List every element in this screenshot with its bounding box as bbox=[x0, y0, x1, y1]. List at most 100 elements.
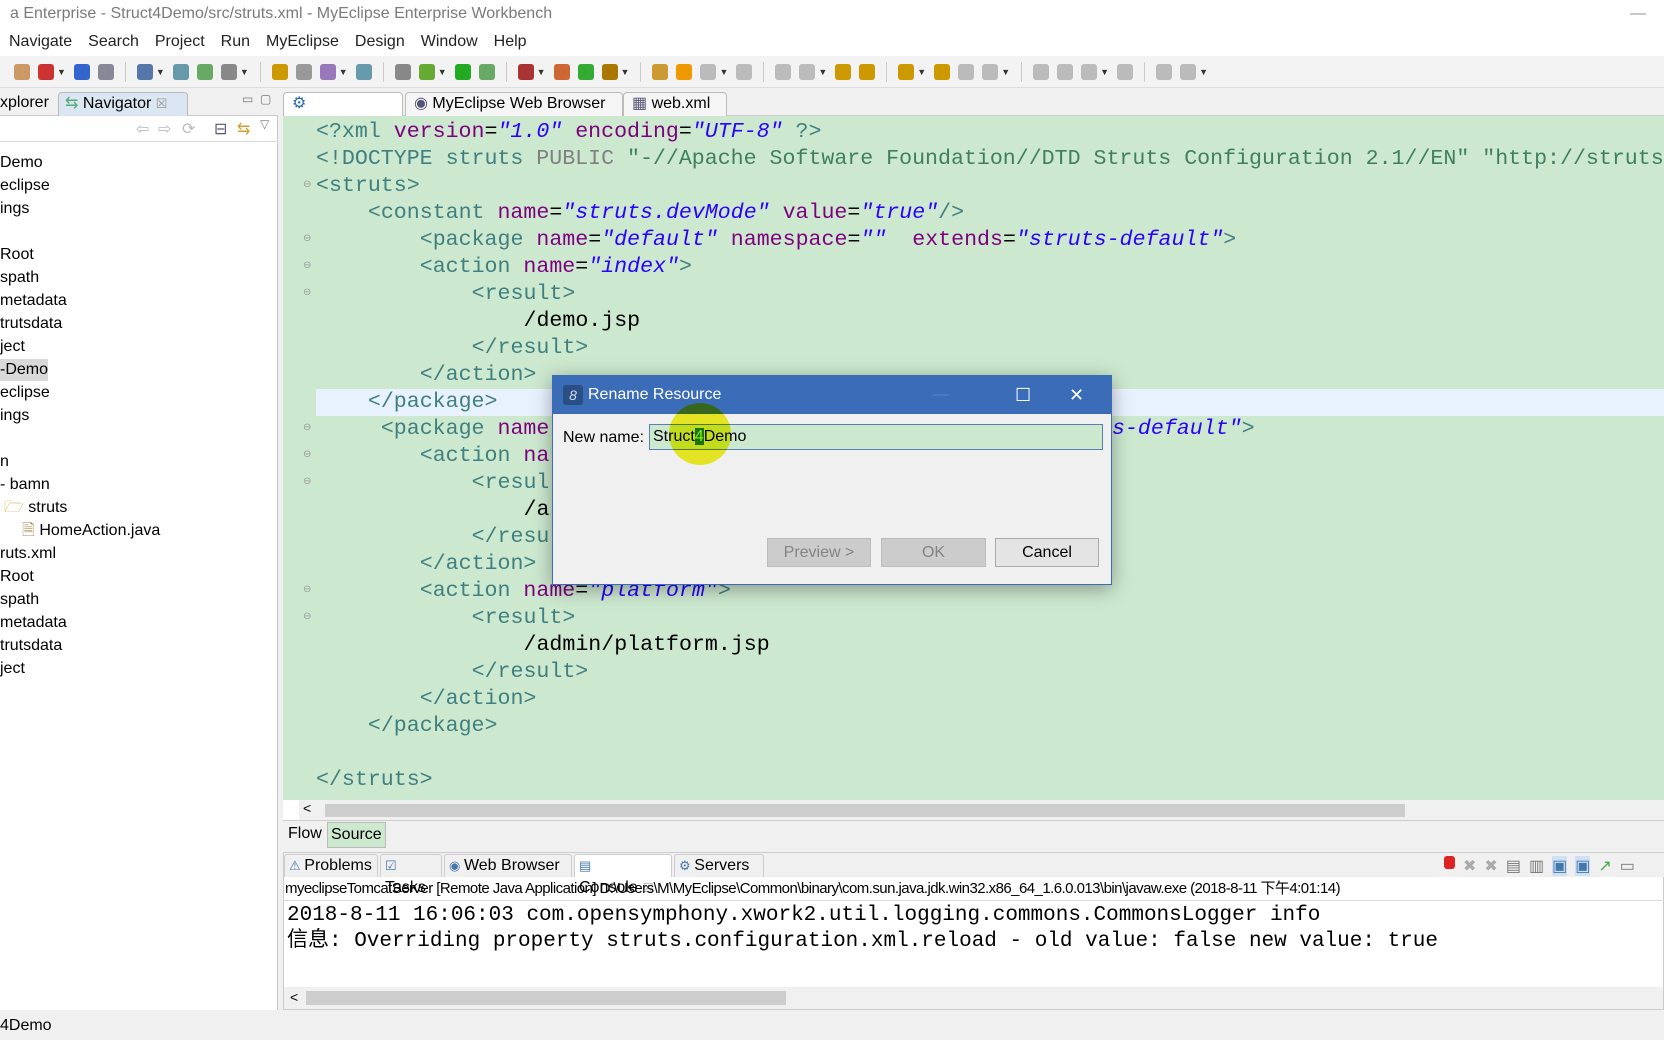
toolbar-button-icon[interactable] bbox=[1057, 63, 1074, 80]
show-on-stdout-icon[interactable]: ▣ bbox=[1552, 856, 1568, 876]
console-horizontal-scrollbar[interactable]: < bbox=[284, 987, 1663, 1009]
toolbar-button-icon[interactable] bbox=[271, 63, 288, 80]
dropdown-arrow-icon[interactable]: ▼ bbox=[339, 67, 348, 77]
toolbar-button-icon[interactable] bbox=[220, 63, 237, 80]
fold-toggle-icon[interactable]: ⊖ bbox=[303, 233, 311, 244]
collapse-all-icon[interactable]: ⊟ bbox=[214, 119, 227, 139]
tree-item[interactable]: n bbox=[0, 451, 9, 473]
tree-item[interactable]: Root bbox=[0, 244, 34, 266]
toolbar-button-icon[interactable] bbox=[601, 63, 618, 80]
tab-tasks[interactable]: ☑ Tasks bbox=[380, 854, 442, 896]
tree-item[interactable]: 🗎 HomeAction.java bbox=[22, 520, 160, 542]
clear-console-icon[interactable]: ▤ bbox=[1506, 856, 1521, 876]
toolbar-button-icon[interactable] bbox=[172, 63, 189, 80]
tree-item[interactable]: Root bbox=[0, 566, 34, 588]
minimize-view-icon[interactable]: ▭ bbox=[242, 92, 253, 106]
tree-item[interactable]: metadata bbox=[0, 612, 67, 634]
display-console-icon[interactable]: ▭ bbox=[1620, 856, 1635, 876]
tab-web-xml[interactable]: ▦ web.xml bbox=[623, 92, 727, 116]
toolbar-button-icon[interactable] bbox=[196, 63, 213, 80]
tree-item[interactable]: Demo bbox=[0, 152, 43, 174]
editor-horizontal-scrollbar[interactable]: < bbox=[299, 800, 1664, 820]
scrollbar-thumb[interactable] bbox=[306, 991, 786, 1005]
toolbar-button-icon[interactable] bbox=[652, 63, 669, 80]
tab-myeclipse-web-browser[interactable]: ◉ MyEclipse Web Browser bbox=[405, 92, 623, 116]
tree-item[interactable]: ings bbox=[0, 405, 29, 427]
dropdown-arrow-icon[interactable]: ▼ bbox=[719, 67, 728, 77]
fold-toggle-icon[interactable]: ⊖ bbox=[303, 476, 311, 487]
menu-run[interactable]: Run bbox=[221, 30, 250, 56]
cancel-button[interactable]: Cancel bbox=[995, 538, 1099, 567]
up-icon[interactable]: ⟳ bbox=[182, 119, 195, 139]
tree-item[interactable]: - bamn bbox=[0, 474, 50, 496]
tab-web-browser[interactable]: ◉ Web Browser bbox=[444, 854, 572, 877]
dropdown-arrow-icon[interactable]: ▼ bbox=[537, 67, 546, 77]
scrollbar-thumb[interactable] bbox=[325, 804, 1405, 817]
tree-item[interactable]: spath bbox=[0, 267, 39, 289]
dropdown-arrow-icon[interactable]: ▼ bbox=[1199, 67, 1208, 77]
tree-item[interactable]: ject bbox=[0, 336, 25, 358]
terminate-icon[interactable] bbox=[1444, 856, 1455, 869]
toolbar-button-icon[interactable] bbox=[799, 63, 816, 80]
toolbar-button-icon[interactable] bbox=[736, 63, 753, 80]
toolbar-button-icon[interactable] bbox=[676, 63, 693, 80]
fold-toggle-icon[interactable]: ⊖ bbox=[303, 260, 311, 271]
tree-item[interactable]: eclipse bbox=[0, 382, 50, 404]
preview-button[interactable]: Preview > bbox=[767, 538, 871, 567]
tree-item[interactable]: ruts.xml bbox=[0, 543, 56, 565]
menu-myeclipse[interactable]: MyEclipse bbox=[266, 30, 339, 56]
toolbar-button-icon[interactable] bbox=[934, 63, 951, 80]
tree-item[interactable]: ings bbox=[0, 198, 29, 220]
new-name-input[interactable]: Struct4Demo bbox=[649, 424, 1103, 450]
dropdown-arrow-icon[interactable]: ▼ bbox=[917, 67, 926, 77]
tree-item[interactable]: ject bbox=[0, 658, 25, 680]
scroll-lock-icon[interactable]: ▥ bbox=[1529, 856, 1544, 876]
close-button[interactable]: ✕ bbox=[1069, 376, 1084, 414]
forward-icon[interactable]: ⇨ bbox=[158, 119, 171, 139]
toolbar-button-icon[interactable] bbox=[700, 63, 717, 80]
tab-servers[interactable]: ⚙ Servers bbox=[674, 854, 764, 877]
close-icon[interactable]: ☒ bbox=[156, 96, 168, 111]
scroll-left-icon[interactable]: < bbox=[303, 800, 311, 816]
tab-package-explorer[interactable]: xplorer bbox=[0, 92, 55, 116]
menu-window[interactable]: Window bbox=[421, 30, 478, 56]
menu-navigate[interactable]: Navigate bbox=[9, 30, 72, 56]
fold-toggle-icon[interactable]: ⊖ bbox=[303, 422, 311, 433]
dropdown-arrow-icon[interactable]: ▼ bbox=[156, 67, 165, 77]
toolbar-button-icon[interactable] bbox=[73, 63, 90, 80]
tree-item[interactable]: 🗁 struts bbox=[4, 497, 67, 519]
menu-help[interactable]: Help bbox=[494, 30, 527, 56]
tree-item[interactable]: eclipse bbox=[0, 175, 50, 197]
toolbar-button-icon[interactable] bbox=[319, 63, 336, 80]
fold-toggle-icon[interactable]: ⊖ bbox=[303, 449, 311, 460]
tree-item[interactable]: -Demo bbox=[0, 359, 49, 381]
tab-source[interactable]: Source bbox=[327, 822, 386, 848]
dropdown-arrow-icon[interactable]: ▼ bbox=[1100, 67, 1109, 77]
toolbar-button-icon[interactable] bbox=[14, 63, 30, 80]
toolbar-button-icon[interactable] bbox=[982, 63, 999, 80]
toolbar-button-icon[interactable] bbox=[958, 63, 975, 80]
tree-item[interactable]: trutsdata bbox=[0, 313, 62, 335]
fold-toggle-icon[interactable]: ⊖ bbox=[303, 584, 311, 595]
toolbar-button-icon[interactable] bbox=[553, 63, 570, 80]
maximize-button[interactable]: ☐ bbox=[1015, 376, 1031, 414]
minimize-button[interactable]: — bbox=[1630, 0, 1646, 28]
toolbar-button-icon[interactable] bbox=[355, 63, 372, 80]
toolbar-button-icon[interactable] bbox=[295, 63, 312, 80]
toolbar-button-icon[interactable] bbox=[97, 63, 114, 80]
tab-struts-xml[interactable]: ⚙ struts.xml☒ bbox=[283, 92, 403, 134]
menu-search[interactable]: Search bbox=[88, 30, 139, 56]
show-on-stderr-icon[interactable]: ▣ bbox=[1575, 856, 1591, 876]
toolbar-button-icon[interactable] bbox=[38, 63, 54, 80]
dropdown-arrow-icon[interactable]: ▼ bbox=[240, 67, 249, 77]
link-editor-icon[interactable]: ⇆ bbox=[237, 119, 250, 139]
dropdown-arrow-icon[interactable]: ▼ bbox=[438, 67, 447, 77]
dropdown-arrow-icon[interactable]: ▼ bbox=[818, 67, 827, 77]
scroll-left-icon[interactable]: < bbox=[290, 989, 298, 1005]
tab-navigator[interactable]: ⇆ Navigator ☒ bbox=[58, 92, 188, 116]
tab-flow[interactable]: Flow bbox=[288, 825, 322, 843]
pin-console-icon[interactable]: ↗ bbox=[1598, 856, 1611, 876]
tree-item[interactable]: spath bbox=[0, 589, 39, 611]
tree-item[interactable]: trutsdata bbox=[0, 635, 62, 657]
ok-button[interactable]: OK bbox=[881, 538, 986, 567]
